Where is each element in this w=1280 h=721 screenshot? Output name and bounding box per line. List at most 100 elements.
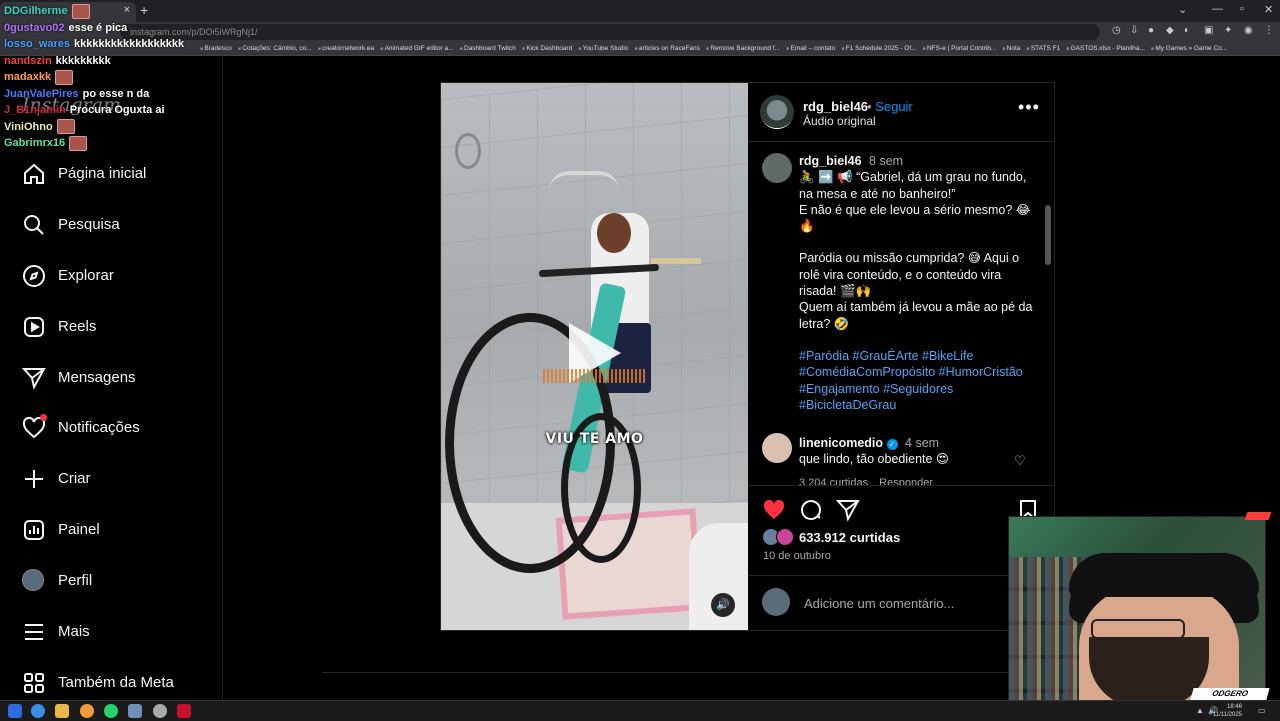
sidebar-item-dashboard[interactable]: Painel	[0, 510, 222, 550]
reply-button[interactable]: Responder	[879, 477, 933, 485]
folder-icon[interactable]	[55, 704, 69, 718]
post-username[interactable]: rdg_biel46	[803, 99, 868, 114]
webcam-background	[1069, 553, 1259, 597]
sidebar-item-explore[interactable]: Explorar	[0, 256, 222, 296]
reel-video[interactable]: VIU TE AMO 🔊	[441, 83, 748, 630]
maximize-icon[interactable]: ▫	[1240, 3, 1244, 15]
video-caption: VIU TE AMO	[545, 431, 644, 447]
extension-icon[interactable]: ◉	[1244, 25, 1253, 36]
hashtag-link[interactable]: #BikeLife	[922, 349, 973, 363]
caption-text: E não é que ele levou a sério mesmo? 😂🔥	[799, 202, 1031, 234]
address-bar[interactable]: instagram.com/p/DOi5iWRgNj1/	[120, 24, 1100, 40]
minimize-icon[interactable]: —	[1212, 3, 1223, 15]
hashtag-link[interactable]: #GrauÉArte	[853, 349, 919, 363]
hashtag-link[interactable]: #Seguidores	[883, 382, 953, 396]
streamer-logo: ODGERO	[1190, 688, 1270, 700]
bookmark-item[interactable]: Remove Background f...	[706, 45, 780, 52]
extension-icon[interactable]: ✦	[1224, 25, 1232, 36]
whatsapp-icon[interactable]	[104, 704, 118, 718]
liked-heart-icon[interactable]	[762, 498, 786, 522]
bookmark-item[interactable]: creatornetwork.ea	[318, 45, 374, 52]
app-icon[interactable]	[177, 704, 191, 718]
bookmark-item[interactable]: Kick Dashboard	[522, 45, 572, 52]
chat-username[interactable]: J_B1njamin	[4, 104, 66, 116]
browser-app-icon[interactable]	[31, 704, 45, 718]
chat-username[interactable]: DDGilherme	[4, 5, 68, 17]
history-icon[interactable]: ◷	[1112, 25, 1121, 36]
extension-icon[interactable]: ◆	[1166, 25, 1174, 36]
caption-username[interactable]: rdg_biel46	[799, 154, 862, 168]
comments-scrollbar[interactable]	[1045, 205, 1051, 265]
chat-username[interactable]: nandszin	[4, 55, 52, 67]
comment-likes[interactable]: 3.204 curtidas	[799, 477, 868, 485]
more-options-icon[interactable]: •••	[1018, 97, 1040, 118]
original-audio-link[interactable]: Áudio original	[803, 114, 876, 128]
app-icon[interactable]	[80, 704, 94, 718]
comments-list[interactable]: rdg_biel46 8 sem 🚴 ➡️ 📢 “Gabriel, dá um …	[748, 141, 1054, 485]
video-background	[455, 133, 481, 169]
chat-emote-icon	[71, 3, 90, 19]
sidebar-item-more[interactable]: Mais	[0, 612, 222, 652]
comment-username[interactable]: linenicomedio	[799, 436, 883, 450]
tray-icon[interactable]: ▲	[1196, 706, 1204, 715]
app-icon[interactable]	[153, 704, 167, 718]
bookmark-item[interactable]: Dashboard Twitch	[460, 45, 516, 52]
browser-menu-icon[interactable]: ⋮	[1264, 25, 1274, 36]
chat-username[interactable]: JuanValePires	[4, 88, 79, 100]
hashtag-link[interactable]: #Paródia	[799, 349, 849, 363]
sidebar-item-home[interactable]: Página inicial	[0, 154, 222, 194]
avatar[interactable]	[762, 153, 792, 183]
app-icon[interactable]	[128, 704, 142, 718]
avatar[interactable]	[762, 433, 792, 463]
comment-input[interactable]	[802, 592, 1036, 614]
sidebar-item-search[interactable]: Pesquisa	[0, 205, 222, 245]
chat-username[interactable]: Gabrimrx16	[4, 137, 65, 149]
hashtag-link[interactable]: #ComédiaComPropósito	[799, 365, 935, 379]
download-icon[interactable]: ⇩	[1130, 25, 1138, 36]
extension-icon[interactable]: ●	[1148, 25, 1154, 36]
hashtag-link[interactable]: #Engajamento	[799, 382, 880, 396]
bookmark-item[interactable]: YouTube Studio	[578, 45, 628, 52]
bookmark-item[interactable]: articles on RaceFans	[634, 45, 699, 52]
close-window-icon[interactable]: ✕	[1264, 3, 1273, 16]
hashtag-link[interactable]: #HumorCristão	[939, 365, 1023, 379]
sidebar-item-notifications[interactable]: Notificações	[0, 408, 222, 448]
chat-username[interactable]: madaxkk	[4, 71, 51, 83]
start-icon[interactable]	[8, 704, 22, 718]
like-comment-icon[interactable]: ♡	[1014, 453, 1026, 469]
volume-icon[interactable]: 🔊	[711, 593, 735, 617]
chat-username[interactable]: ViniOhno	[4, 121, 53, 133]
sidebar-item-messages[interactable]: Mensagens	[0, 358, 222, 398]
video-background	[597, 213, 631, 253]
post-modal: VIU TE AMO 🔊 rdg_biel46 • Seguir Áudio o…	[440, 82, 1055, 631]
follow-button[interactable]: • Seguir	[867, 99, 913, 114]
bookmark-item[interactable]: Email – contato	[786, 45, 835, 52]
bookmark-item[interactable]: Cotações: Câmbio, co...	[238, 45, 312, 52]
avatar	[762, 588, 790, 616]
sidebar-item-reels[interactable]: Reels	[0, 307, 222, 347]
notification-center-icon[interactable]: ▭	[1258, 706, 1266, 715]
tab-search-icon[interactable]: ⌄	[1178, 3, 1187, 16]
chat-text: po esse n da	[82, 87, 150, 100]
sidebar-item-also-from-meta[interactable]: Também da Meta	[0, 663, 222, 703]
bookmark-item[interactable]: GASTOS.xlsx - Planilha...	[1066, 45, 1145, 52]
bookmark-item[interactable]: NFS-e | Portal Contrib...	[923, 45, 997, 52]
avatar[interactable]	[760, 95, 794, 129]
chat-username[interactable]: 0gustavo02	[4, 22, 65, 34]
hashtag-link[interactable]: #BicicletaDeGrau	[799, 398, 896, 412]
chat-username[interactable]: losso_wares	[4, 38, 70, 50]
extension-icon[interactable]: ▣	[1204, 25, 1213, 36]
sidebar-item-profile[interactable]: Perfil	[0, 561, 222, 601]
extension-icon[interactable]: ◐	[1184, 25, 1190, 36]
bookmark-item[interactable]: F1 Schedule 2025 - Of...	[841, 45, 916, 52]
taskbar-clock[interactable]: 18:46 11/11/2025	[1213, 703, 1242, 719]
bookmark-item[interactable]: Nota	[1002, 45, 1020, 52]
bookmark-item[interactable]: STATS F1	[1026, 45, 1060, 52]
likes-count[interactable]: 633.912 curtidas	[799, 530, 900, 545]
share-icon[interactable]	[836, 498, 860, 522]
sidebar-item-create[interactable]: Criar	[0, 459, 222, 499]
comment-icon[interactable]	[799, 498, 823, 522]
bookmark-item[interactable]: Animated GIF editor a...	[380, 45, 453, 52]
dashboard-icon	[24, 520, 44, 540]
bookmark-item[interactable]: My Games » Game Co...	[1151, 45, 1227, 52]
